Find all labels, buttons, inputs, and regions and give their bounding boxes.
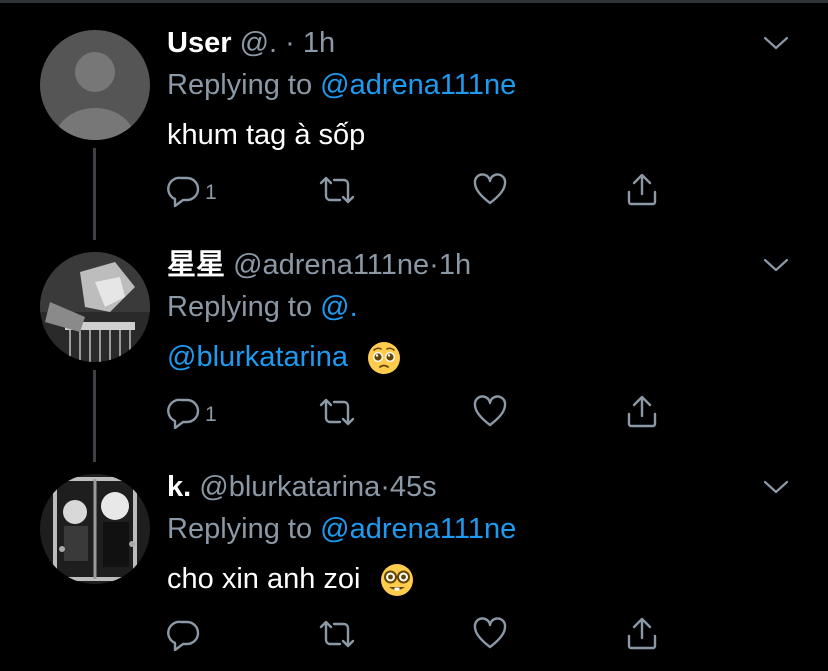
replying-to-label: Replying to: [167, 291, 313, 323]
like-icon: [473, 395, 507, 427]
share-icon: [627, 395, 657, 428]
replying-to-mention[interactable]: @adrena111ne: [320, 69, 516, 101]
avatar-photo[interactable]: [40, 252, 150, 362]
replying-to-label: Replying to: [167, 513, 313, 545]
like-icon: [473, 173, 507, 205]
timestamp[interactable]: 1h: [439, 249, 471, 281]
tweet-mention[interactable]: @blurkatarina: [167, 341, 348, 373]
like-button[interactable]: [472, 170, 508, 210]
display-name[interactable]: 星星: [167, 249, 225, 281]
like-icon: [473, 617, 507, 649]
display-name[interactable]: k.: [167, 471, 191, 503]
separator: ·: [380, 471, 390, 503]
retweet-button[interactable]: [317, 614, 357, 654]
retweet-icon: [319, 398, 355, 426]
retweet-icon: [319, 620, 355, 648]
reply-icon: [167, 176, 200, 207]
timestamp[interactable]: 1h: [303, 27, 335, 59]
tweet-text-content: cho xin anh zoi: [167, 563, 361, 595]
tweet-actions: [167, 614, 667, 654]
replying-to-mention[interactable]: @adrena111ne: [320, 513, 516, 545]
handle[interactable]: @adrena111ne: [233, 249, 429, 281]
retweet-icon: [319, 176, 355, 204]
like-button[interactable]: [472, 392, 508, 432]
reply-button[interactable]: 1: [167, 170, 217, 210]
tweet-actions: 1: [167, 392, 667, 432]
reply-icon: [167, 398, 200, 429]
avatar-photo[interactable]: [40, 474, 150, 584]
tweet-text: khum tag à sốp: [167, 117, 365, 153]
tweet-header: k. @blurkatarina·45s: [167, 470, 437, 504]
tweet-actions: 1: [167, 170, 667, 210]
avatar-default[interactable]: [40, 30, 150, 140]
tweet-text: cho xin anh zoi: [167, 561, 415, 598]
tweet-header: 星星 @adrena111ne·1h: [167, 248, 471, 282]
timestamp[interactable]: 45s: [390, 471, 437, 503]
tweet-header: User @. · 1h: [167, 26, 335, 60]
share-button[interactable]: [624, 170, 660, 210]
separator: ·: [285, 27, 295, 59]
handle[interactable]: @blurkatarina: [199, 471, 380, 503]
replying-to-line: Replying to @.: [167, 290, 358, 324]
retweet-button[interactable]: [317, 392, 357, 432]
share-icon: [627, 617, 657, 650]
display-name[interactable]: User: [167, 27, 232, 59]
tweet-text-content: khum tag à sốp: [167, 119, 366, 151]
chevron-down-icon[interactable]: [762, 34, 790, 52]
tweet-text: @blurkatarina: [167, 339, 402, 376]
reply-icon: [167, 620, 200, 651]
like-button[interactable]: [472, 614, 508, 654]
chevron-down-icon[interactable]: [762, 478, 790, 496]
reply-count: 1: [205, 181, 217, 204]
pleading-face-emoji: [368, 342, 401, 375]
reply-button[interactable]: 1: [167, 392, 217, 432]
handle[interactable]: @.: [240, 27, 278, 59]
separator: ·: [429, 249, 439, 281]
reply-button[interactable]: [167, 614, 205, 654]
chevron-down-icon[interactable]: [762, 256, 790, 274]
retweet-button[interactable]: [317, 170, 357, 210]
tweet-1[interactable]: User @. · 1h Replying to @adrena111ne kh…: [0, 0, 828, 240]
tweet-2[interactable]: 星星 @adrena111ne·1h Replying to @. @blurk…: [0, 222, 828, 462]
share-icon: [627, 173, 657, 206]
reply-count: 1: [205, 403, 217, 426]
nerd-face-emoji: [380, 564, 413, 597]
replying-to-line: Replying to @adrena111ne: [167, 68, 516, 102]
share-button[interactable]: [624, 614, 660, 654]
replying-to-mention[interactable]: @.: [320, 291, 358, 323]
replying-to-line: Replying to @adrena111ne: [167, 512, 516, 546]
replying-to-label: Replying to: [167, 69, 313, 101]
share-button[interactable]: [624, 392, 660, 432]
tweet-3[interactable]: k. @blurkatarina·45s Replying to @adrena…: [0, 444, 828, 666]
